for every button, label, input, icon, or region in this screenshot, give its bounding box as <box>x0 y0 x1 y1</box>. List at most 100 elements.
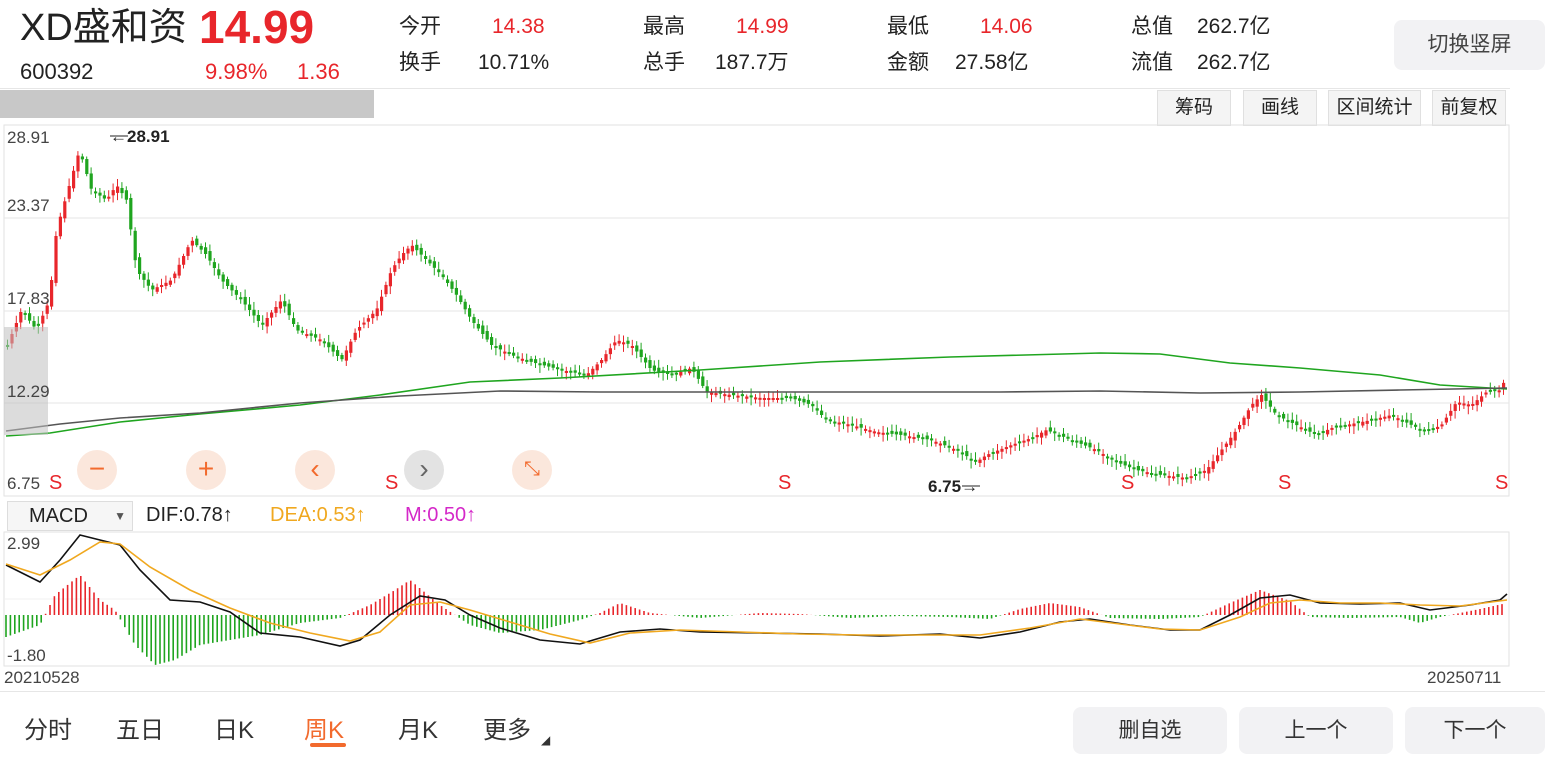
candle <box>1150 472 1154 475</box>
dif-value: DIF:0.78↑ <box>146 504 233 526</box>
range-handle[interactable] <box>4 327 48 435</box>
zoom-out-button[interactable]: − <box>77 450 117 490</box>
candle <box>850 423 854 426</box>
shrink-icon[interactable]: ⤡ <box>512 450 552 490</box>
candle <box>142 273 146 280</box>
candle <box>1383 416 1387 419</box>
candle <box>1167 475 1171 478</box>
candle <box>639 349 643 357</box>
candle <box>1101 453 1105 456</box>
candle <box>644 357 648 363</box>
candle <box>608 348 612 355</box>
candle <box>1154 473 1158 476</box>
candle <box>89 173 93 189</box>
candle <box>815 408 819 411</box>
sell-signal: S <box>49 472 63 494</box>
pan-left-button[interactable]: ‹ <box>295 450 335 490</box>
candle <box>679 371 683 376</box>
previous-stock-button[interactable]: 上一个 <box>1239 707 1393 754</box>
candle <box>802 398 806 403</box>
candle <box>393 265 397 272</box>
candle <box>1392 414 1396 417</box>
tab-intraday[interactable]: 分时 <box>24 716 72 746</box>
candle <box>1277 415 1281 418</box>
candle <box>670 373 674 376</box>
candle <box>1304 428 1308 431</box>
candle <box>1273 408 1277 413</box>
candle <box>556 367 560 370</box>
candle <box>19 312 23 323</box>
candle <box>1185 477 1189 480</box>
candle <box>1180 477 1184 480</box>
indicator-select-value: MACD <box>29 505 88 527</box>
candle <box>1128 464 1132 468</box>
zoom-in-button[interactable]: + <box>186 450 226 490</box>
candle <box>727 394 731 397</box>
candle <box>1260 395 1264 402</box>
candle <box>468 308 472 317</box>
sell-signal: S <box>1495 472 1509 494</box>
candle <box>1312 431 1316 434</box>
candle <box>842 421 846 424</box>
candle <box>899 431 903 435</box>
candle <box>1348 424 1352 427</box>
candle <box>98 192 102 196</box>
candle <box>1427 429 1431 432</box>
candle <box>569 370 573 373</box>
candle <box>1088 442 1092 448</box>
candle <box>952 448 956 451</box>
dea-value: DEA:0.53↑ <box>270 504 366 526</box>
tab-monthly-k[interactable]: 月K <box>398 716 438 746</box>
candle <box>1334 425 1338 428</box>
candle <box>740 394 744 397</box>
candle <box>974 459 978 462</box>
pan-right-button[interactable]: › <box>404 450 444 490</box>
candle <box>538 363 542 366</box>
indicator-select[interactable]: MACD ▼ <box>7 501 133 531</box>
candle <box>762 398 766 400</box>
candle <box>1176 474 1180 477</box>
candle <box>252 309 256 316</box>
y-label-min: 6.75 <box>7 474 41 493</box>
candle <box>36 323 40 326</box>
y-label-max: 28.91 <box>7 128 50 147</box>
candle <box>1462 403 1466 406</box>
candle <box>415 244 419 251</box>
candle <box>151 285 155 290</box>
candle <box>934 441 938 444</box>
candle <box>1141 468 1145 472</box>
candle <box>846 424 850 427</box>
candle <box>1211 461 1215 469</box>
candle <box>454 287 458 295</box>
candle <box>881 432 885 435</box>
candle <box>894 431 898 435</box>
candle <box>111 190 115 196</box>
candles <box>6 151 1506 487</box>
price-chart[interactable] <box>0 0 1545 768</box>
tab-weekly-k[interactable]: 周K <box>304 716 344 746</box>
candle <box>1400 419 1404 422</box>
candle <box>155 287 159 292</box>
candle <box>784 395 788 398</box>
tab-more[interactable]: 更多 <box>483 716 531 746</box>
candle <box>754 397 758 400</box>
candle <box>173 273 177 279</box>
tab-five-day[interactable]: 五日 <box>116 716 164 746</box>
candle <box>292 318 296 324</box>
candle <box>1286 420 1290 423</box>
candle <box>1004 447 1008 450</box>
candle <box>1436 426 1440 430</box>
candle <box>1440 424 1444 427</box>
candle <box>481 325 485 334</box>
candle <box>1057 434 1061 437</box>
macd-max-label: 2.99 <box>7 534 41 553</box>
tab-daily-k[interactable]: 日K <box>214 716 254 746</box>
candle <box>1198 471 1202 474</box>
candle <box>129 197 133 230</box>
candle <box>1163 473 1167 476</box>
remove-watchlist-button[interactable]: 删自选 <box>1073 707 1227 754</box>
next-stock-button[interactable]: 下一个 <box>1405 707 1545 754</box>
candle <box>67 186 71 199</box>
y-label: 23.37 <box>7 196 50 215</box>
candle <box>1106 456 1110 459</box>
